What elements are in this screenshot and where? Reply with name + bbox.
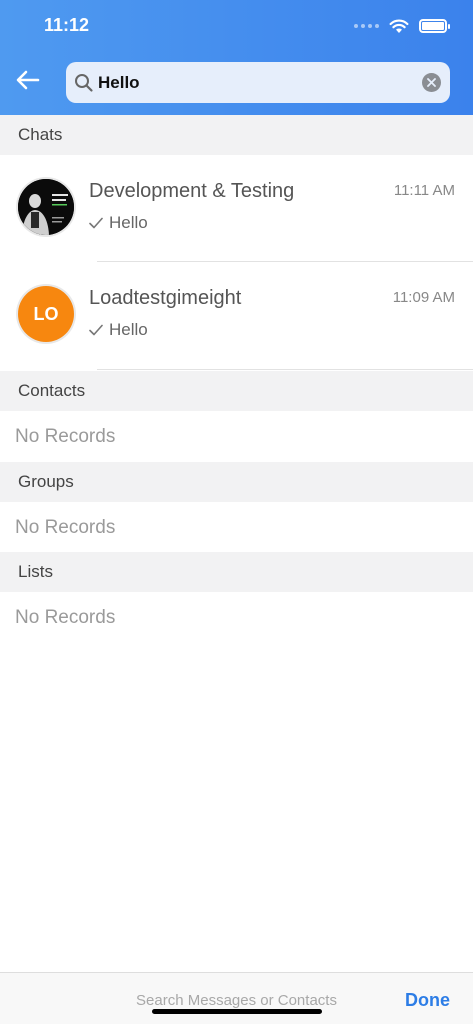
contacts-empty-state: No Records — [15, 426, 116, 447]
clear-search-button[interactable] — [422, 73, 441, 92]
chat-row-development-testing[interactable]: Development & Testing 11:11 AM Hello — [0, 155, 473, 263]
section-header-lists: Lists — [0, 552, 473, 592]
section-header-contacts: Contacts — [0, 371, 473, 411]
checkmark-icon — [89, 324, 103, 336]
avatar: LO — [18, 286, 74, 342]
status-icons — [354, 15, 450, 37]
search-icon — [75, 74, 93, 92]
section-header-chats: Chats — [0, 115, 473, 155]
chat-name: Development & Testing — [89, 180, 295, 202]
group-photo-icon — [18, 179, 74, 235]
chat-message-text: Hello — [109, 320, 148, 339]
search-box[interactable] — [66, 62, 450, 103]
back-button[interactable] — [14, 66, 42, 94]
close-icon — [427, 78, 436, 87]
section-header-groups: Groups — [0, 462, 473, 502]
chat-row-loadtestgimeight[interactable]: LO Loadtestgimeight 11:09 AM Hello — [0, 262, 473, 370]
chat-last-message: Hello — [89, 320, 148, 340]
back-arrow-icon — [16, 70, 40, 90]
search-input[interactable] — [98, 62, 408, 103]
home-indicator[interactable] — [152, 1009, 322, 1014]
keyboard-accessory-bar: Search Messages or Contacts Done — [0, 972, 473, 1024]
avatar — [18, 179, 74, 235]
checkmark-icon — [89, 217, 103, 229]
done-button[interactable]: Done — [405, 990, 450, 1011]
chat-message-text: Hello — [109, 213, 148, 232]
search-hint-text: Search Messages or Contacts — [136, 992, 337, 1009]
status-time: 11:12 — [44, 15, 90, 35]
wifi-icon — [389, 19, 409, 33]
groups-empty-state: No Records — [15, 517, 116, 538]
lists-empty-state: No Records — [15, 607, 116, 628]
chat-time: 11:11 AM — [393, 182, 455, 199]
chat-name: Loadtestgimeight — [89, 287, 242, 309]
battery-icon — [419, 19, 450, 33]
header-bar: 11:12 — [0, 0, 473, 115]
chat-last-message: Hello — [89, 213, 148, 233]
row-divider — [97, 369, 473, 370]
chat-time: 11:09 AM — [392, 289, 455, 306]
signal-icon — [354, 24, 379, 28]
